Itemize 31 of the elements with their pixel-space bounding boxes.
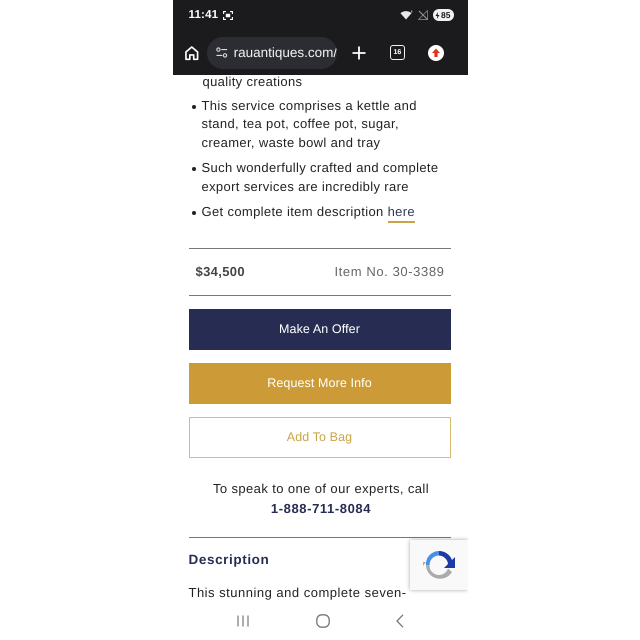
feature-text: Get complete item description here <box>202 203 454 222</box>
wifi-icon <box>400 10 414 20</box>
bullet-icon <box>192 211 196 215</box>
bullet-icon <box>192 104 196 108</box>
battery-indicator: 85 <box>433 9 454 21</box>
no-signal-icon <box>418 10 428 20</box>
description-text: This stunning and complete seven- <box>188 584 407 602</box>
item-number: Item No. 30-3389 <box>334 264 444 279</box>
section-heading: Description <box>188 550 270 568</box>
home-icon[interactable] <box>184 44 200 60</box>
screenshot-icon <box>223 10 234 20</box>
recent-apps-icon[interactable] <box>236 615 250 627</box>
feature-text: quality creations <box>202 73 302 91</box>
recaptcha-badge[interactable] <box>410 540 468 590</box>
tune-icon[interactable] <box>216 47 228 58</box>
update-icon[interactable] <box>428 44 444 60</box>
description-link[interactable]: here <box>388 204 416 223</box>
feature-text: This service comprises a kettle and stand, tea pot, coffee pot, sugar, creamer, waste bowl and tray <box>202 96 418 152</box>
price: $34,500 <box>196 264 245 279</box>
recaptcha-icon <box>422 548 456 582</box>
home-button-icon[interactable] <box>316 614 330 628</box>
offer-button[interactable]: Make An Offer <box>188 308 450 350</box>
back-icon[interactable] <box>396 614 404 628</box>
address-bar[interactable]: rauantiques.com/ <box>207 36 338 68</box>
contact-text: To speak to one of our experts, call <box>212 480 429 498</box>
status-time: 11:41 <box>188 9 218 21</box>
phone-link[interactable]: 1-888-711-8084 <box>270 500 372 518</box>
feature-text: Such wonderfully crafted and complete export services are incredibly rare <box>202 159 440 196</box>
bullet-icon <box>192 167 196 171</box>
plus-icon[interactable] <box>352 46 366 60</box>
url-text: rauantiques.com/ <box>234 45 338 60</box>
